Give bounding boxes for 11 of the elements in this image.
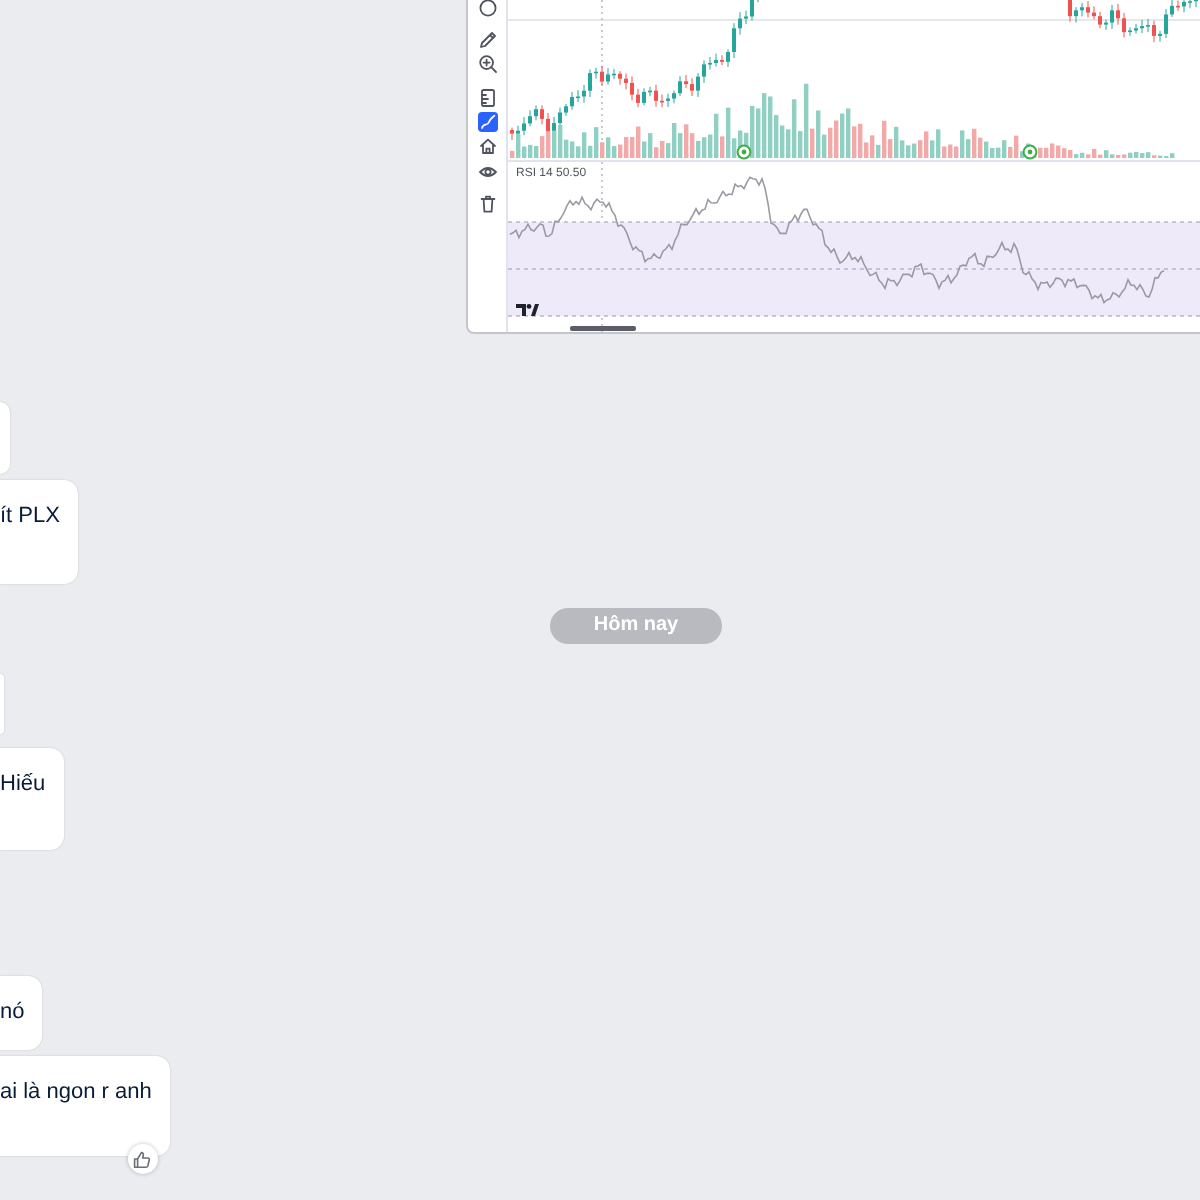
message-text: Hiếu	[0, 770, 46, 798]
message-text: ít PLX	[0, 502, 60, 530]
scrollbar-thumb	[570, 326, 636, 331]
thumbs-up-icon	[132, 1149, 153, 1169]
message-text: ai là ngon r anh	[0, 1078, 152, 1106]
date-divider: Hôm nay	[550, 608, 722, 644]
signal-marker-icon	[736, 144, 752, 160]
logo-icon	[516, 304, 539, 316]
message-text: nó	[0, 998, 25, 1026]
signal-marker-icon	[1022, 144, 1038, 160]
like-button[interactable]	[127, 1144, 158, 1174]
